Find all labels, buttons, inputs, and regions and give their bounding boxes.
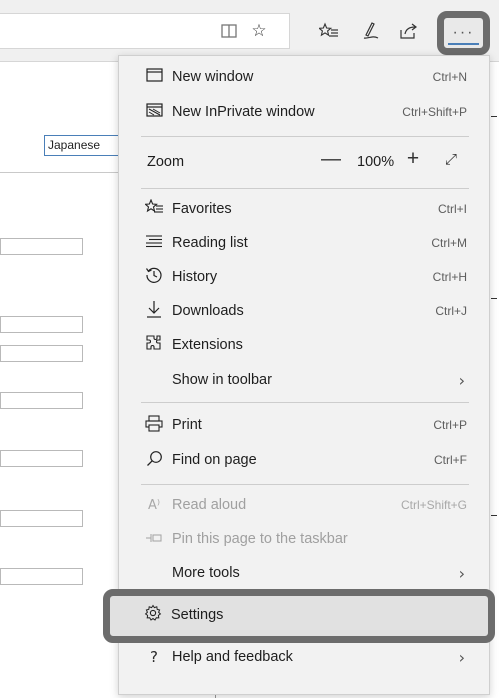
shortcut-text: Ctrl+Shift+G [400, 498, 467, 512]
favorites-icon [143, 198, 164, 219]
menu-item-read-aloud: A⁾ Read aloud Ctrl+Shift+G [119, 488, 489, 522]
menu-item-label: Favorites [172, 201, 232, 217]
favorites-list-icon[interactable] [316, 18, 342, 44]
menu-item-label: Extensions [172, 337, 243, 353]
zoom-level: 100% [357, 154, 395, 170]
menu-item-find-on-page[interactable]: Find on page Ctrl+F [119, 443, 489, 477]
menu-separator [141, 136, 469, 137]
chevron-right-icon: › [458, 647, 465, 667]
menu-item-new-inprivate-window[interactable]: New InPrivate window Ctrl+Shift+P [119, 95, 489, 129]
menu-item-label: Show in toolbar [172, 372, 272, 388]
active-indicator [448, 43, 479, 45]
menu-item-label: Print [172, 417, 202, 433]
menu-item-label: New InPrivate window [172, 104, 315, 120]
shortcut-text: Ctrl+M [431, 236, 467, 250]
pen-icon[interactable] [357, 18, 383, 44]
window-icon [144, 68, 164, 86]
shortcut-text: Ctrl+F [434, 453, 467, 467]
menu-item-more-tools[interactable]: More tools › [119, 556, 489, 590]
browser-window: ☆ ··· Japanese New window Ctrl+N New InP… [0, 0, 499, 698]
form-field[interactable] [0, 568, 83, 585]
inprivate-icon [144, 103, 164, 121]
menu-item-label: Downloads [172, 303, 244, 319]
menu-item-reading-list[interactable]: Reading list Ctrl+M [119, 226, 489, 260]
zoom-label: Zoom [147, 154, 185, 170]
menu-item-new-window[interactable]: New window Ctrl+N [119, 60, 489, 94]
shortcut-text: Ctrl+H [432, 270, 467, 284]
chevron-right-icon: › [458, 370, 465, 390]
book-icon[interactable] [216, 18, 242, 44]
language-field[interactable]: Japanese [44, 135, 120, 156]
reading-list-icon [144, 234, 164, 253]
form-field[interactable] [0, 345, 83, 362]
page-edge-mark [491, 116, 497, 117]
menu-item-show-in-toolbar[interactable]: Show in toolbar › [119, 363, 489, 397]
shortcut-text: Ctrl+N [432, 70, 467, 84]
chevron-right-icon: › [458, 563, 465, 583]
print-icon [144, 414, 164, 436]
menu-item-history[interactable]: History Ctrl+H [119, 260, 489, 294]
browser-toolbar: ☆ ··· [0, 0, 499, 62]
menu-separator [141, 402, 469, 403]
menu-item-label: Reading list [172, 235, 248, 251]
form-field[interactable] [0, 510, 83, 527]
history-icon [144, 266, 164, 288]
menu-item-label: Pin this page to the taskbar [172, 531, 348, 547]
menu-item-favorites[interactable]: Favorites Ctrl+I [119, 192, 489, 226]
menu-item-label: Read aloud [172, 497, 247, 513]
menu-item-label: More tools [172, 565, 240, 581]
menu-item-settings[interactable]: Settings [118, 597, 490, 633]
menu-item-help-and-feedback[interactable]: ? Help and feedback › [119, 640, 489, 674]
zoom-in-button[interactable]: + [401, 147, 425, 175]
more-menu-button[interactable]: ··· [437, 11, 490, 55]
menu-item-print[interactable]: Print Ctrl+P [119, 408, 489, 442]
page-edge-mark [491, 298, 497, 299]
fullscreen-icon[interactable]: ⤢ [439, 150, 463, 174]
search-icon [144, 450, 164, 471]
zoom-out-button[interactable]: — [319, 148, 343, 174]
menu-item-label: History [172, 269, 218, 285]
read-aloud-icon: A⁾ [147, 497, 161, 513]
share-icon[interactable] [396, 18, 422, 44]
shortcut-text: Ctrl+P [433, 418, 467, 432]
download-icon [144, 300, 164, 322]
menu-item-label: Help and feedback [172, 649, 293, 665]
menu-item-pin-to-taskbar: Pin this page to the taskbar [119, 522, 489, 556]
shortcut-text: Ctrl+Shift+P [402, 105, 467, 119]
menu-item-label: New window [172, 69, 254, 85]
menu-separator [141, 484, 469, 485]
pin-icon [144, 530, 164, 548]
menu-separator [141, 188, 469, 189]
gear-icon [143, 604, 163, 626]
more-icon: ··· [452, 24, 475, 41]
help-icon: ? [150, 648, 158, 666]
star-icon[interactable]: ☆ [246, 18, 272, 44]
menu-item-label: Find on page [172, 452, 257, 468]
shortcut-text: Ctrl+I [437, 202, 467, 216]
form-field[interactable] [0, 238, 83, 255]
extensions-icon [144, 334, 164, 356]
zoom-row: Zoom — 100% + ⤢ [119, 144, 489, 180]
form-field[interactable] [0, 450, 83, 467]
page-divider [0, 172, 120, 173]
menu-item-extensions[interactable]: Extensions [119, 328, 489, 362]
menu-item-downloads[interactable]: Downloads Ctrl+J [119, 294, 489, 328]
shortcut-text: Ctrl+J [435, 304, 467, 318]
menu-item-label: Settings [171, 607, 224, 623]
page-edge-mark [491, 515, 497, 516]
form-field[interactable] [0, 392, 83, 409]
form-field[interactable] [0, 316, 83, 333]
